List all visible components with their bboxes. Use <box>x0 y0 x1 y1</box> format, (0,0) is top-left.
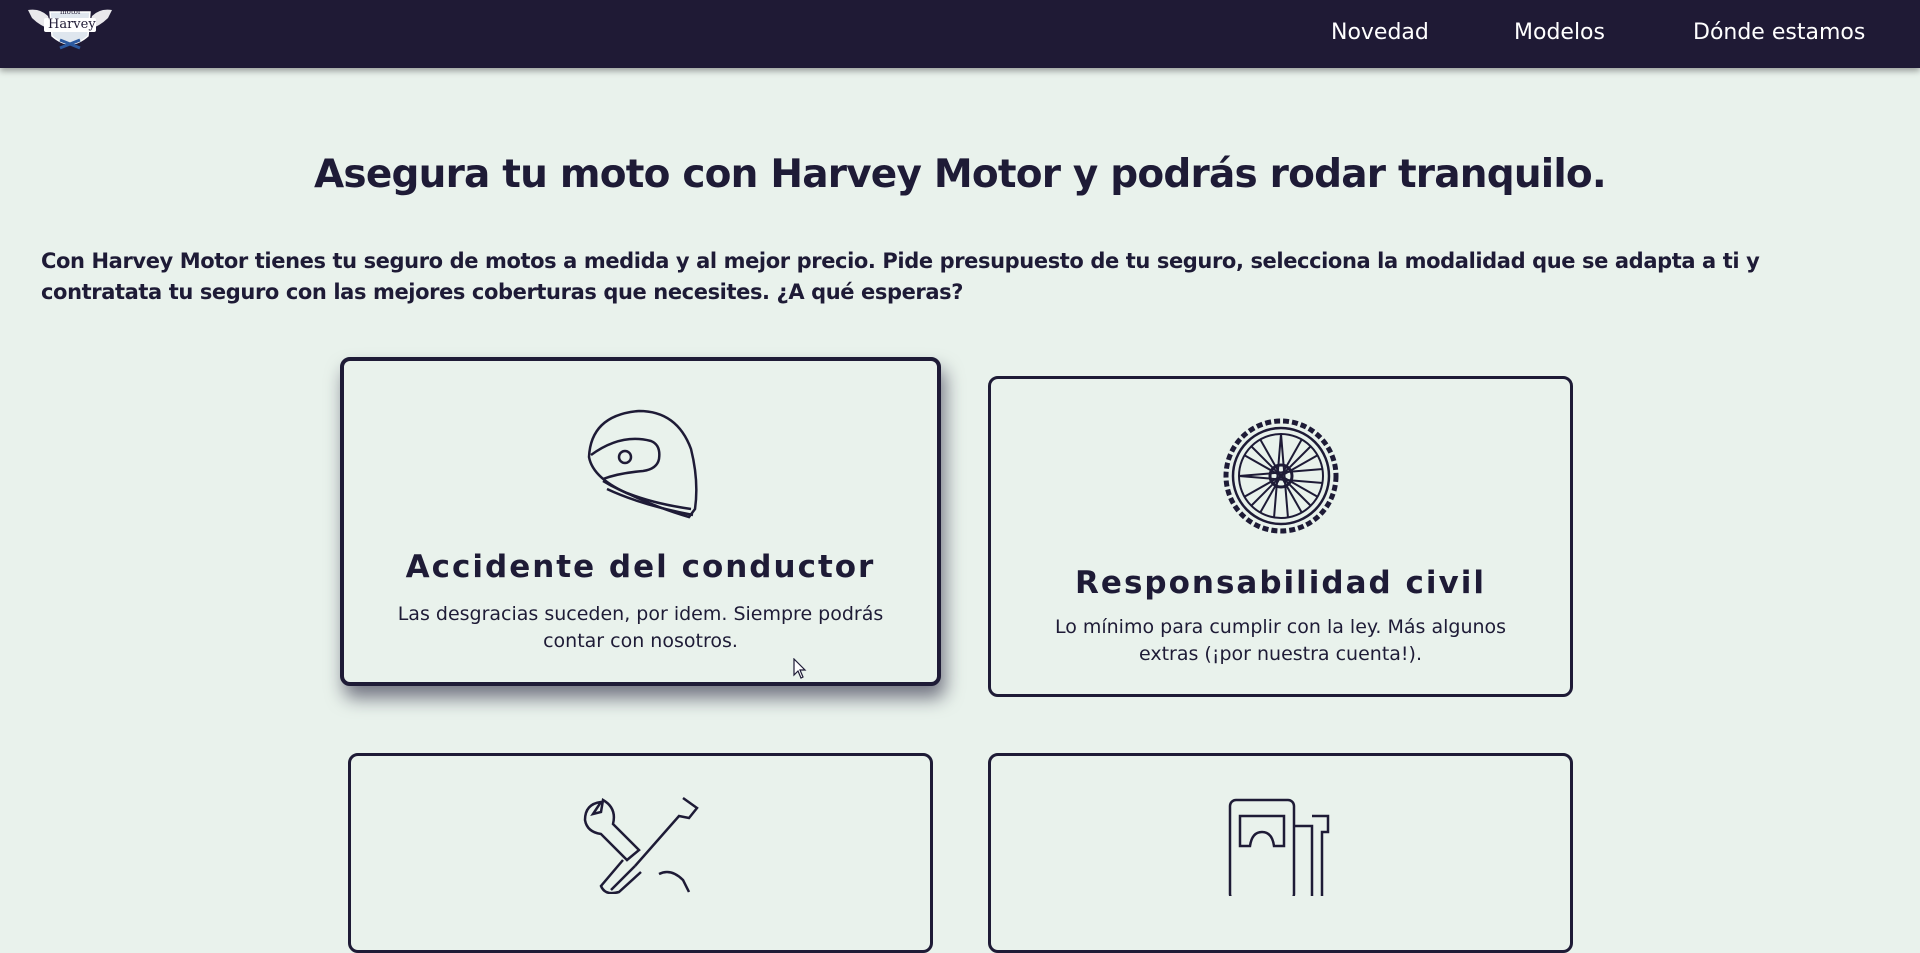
tools-icon <box>583 796 699 894</box>
navbar: motor Harvey Novedad Modelos Dónde estam… <box>0 0 1920 68</box>
intro-paragraph: Con Harvey Motor tienes tu seguro de mot… <box>41 246 1861 308</box>
intro-line-1: Con Harvey Motor tienes tu seguro de mot… <box>41 249 1760 273</box>
card-title: Responsabilidad civil <box>1075 565 1486 601</box>
logo-text-top: motor <box>60 8 82 16</box>
card-fuel[interactable] <box>988 753 1573 953</box>
page-headline: Asegura tu moto con Harvey Motor y podrá… <box>314 152 1607 197</box>
card-title: Accidente del conductor <box>405 549 876 585</box>
card-description: Lo mínimo para cumplir con la ley. Más a… <box>991 614 1570 668</box>
harvey-logo[interactable]: motor Harvey <box>26 4 114 56</box>
card-responsabilidad-civil[interactable]: Responsabilidad civil Lo mínimo para cum… <box>988 376 1573 697</box>
fuel-pump-icon <box>1228 798 1329 896</box>
intro-line-2: contratata tu seguro con las mejores cob… <box>41 280 964 304</box>
card-description-line-1: Las desgracias suceden, por idem. Siempr… <box>397 603 884 625</box>
mouse-cursor-icon <box>793 658 807 679</box>
nav-link-modelos[interactable]: Modelos <box>1514 18 1605 48</box>
nav-link-novedad[interactable]: Novedad <box>1331 18 1429 48</box>
card-description-line-2: extras (¡por nuestra cuenta!). <box>1138 643 1422 665</box>
helmet-icon <box>587 409 698 519</box>
card-description: Las desgracias suceden, por idem. Siempr… <box>344 601 937 655</box>
card-tools[interactable] <box>348 753 933 953</box>
card-description-line-2: contar con nosotros. <box>543 630 738 652</box>
logo-text-main: Harvey <box>48 17 96 32</box>
nav-link-donde-estamos[interactable]: Dónde estamos <box>1693 18 1865 48</box>
card-accidente-conductor[interactable]: Accidente del conductor Las desgracias s… <box>340 357 941 686</box>
card-description-line-1: Lo mínimo para cumplir con la ley. Más a… <box>1054 616 1507 638</box>
wheel-icon <box>1223 418 1338 534</box>
